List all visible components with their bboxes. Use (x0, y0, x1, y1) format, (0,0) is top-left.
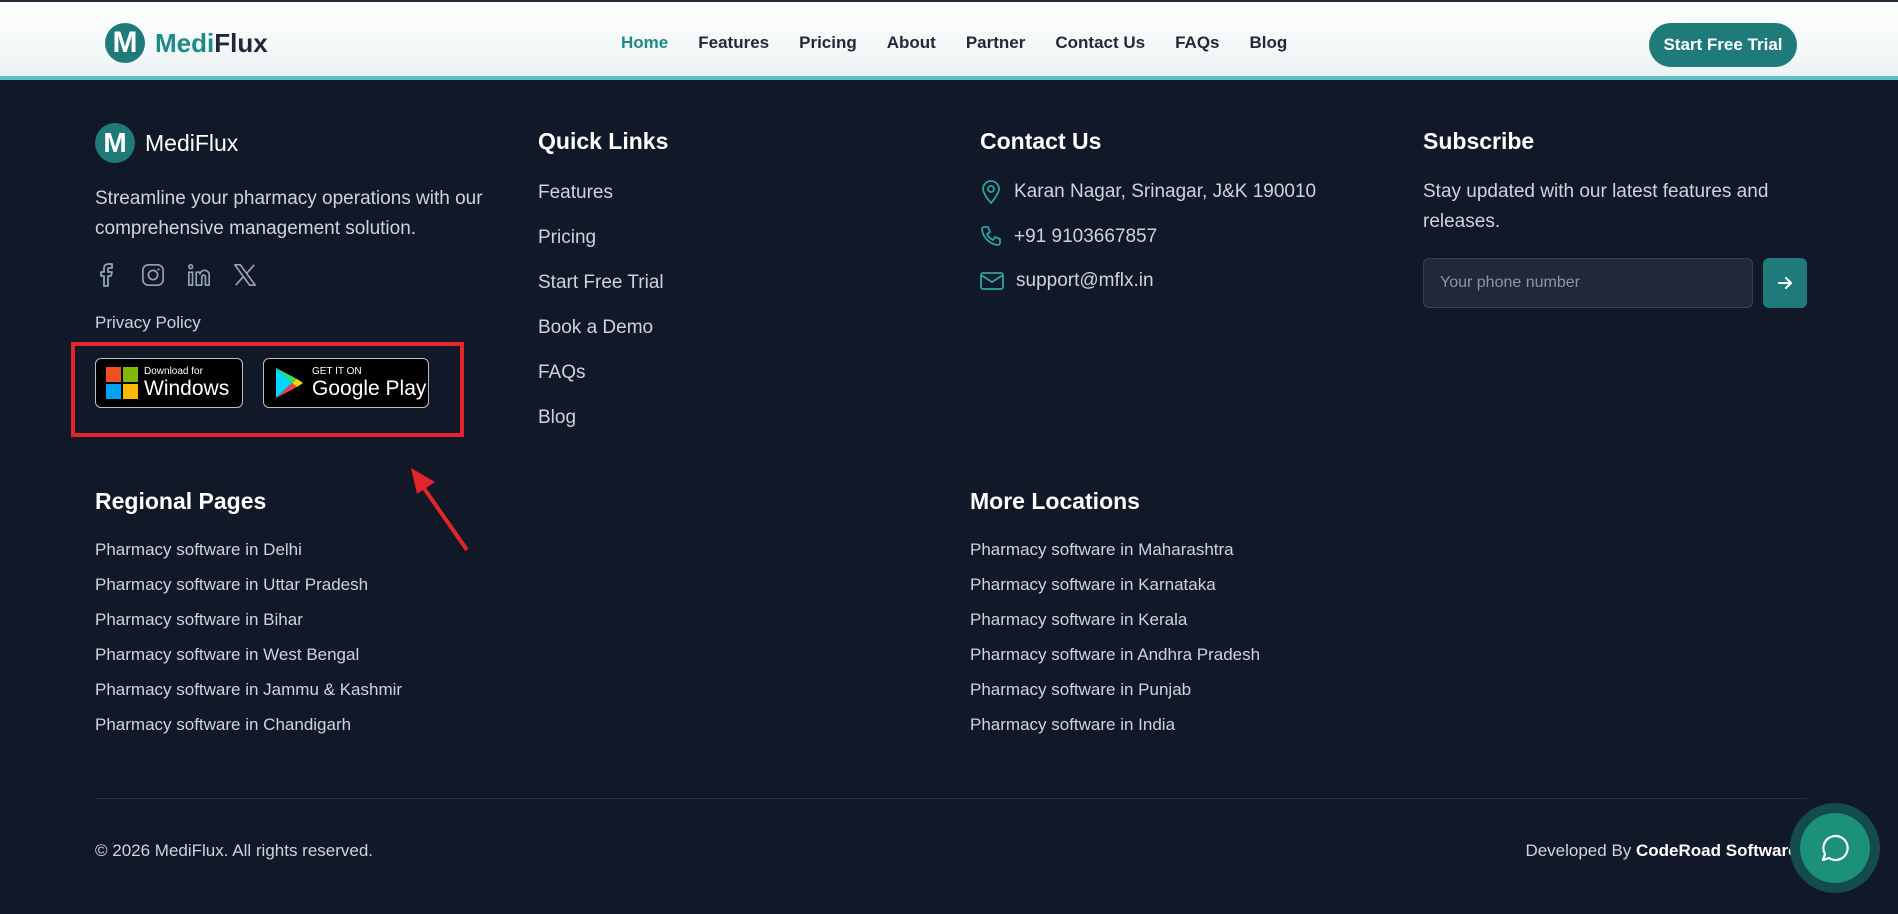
windows-logo-icon (106, 367, 138, 399)
logo-text-prefix: Medi (155, 27, 215, 58)
regional-pages-title: Regional Pages (95, 488, 267, 514)
location-link-karnataka[interactable]: Pharmacy software in Karnataka (970, 575, 1216, 595)
privacy-policy-link[interactable]: Privacy Policy (95, 313, 201, 333)
regional-link-jammu-kashmir[interactable]: Pharmacy software in Jammu & Kashmir (95, 680, 402, 700)
regional-link-west-bengal[interactable]: Pharmacy software in West Bengal (95, 645, 359, 665)
footer-logo-mark-icon: M (95, 123, 135, 163)
x-icon[interactable] (233, 261, 257, 289)
facebook-icon[interactable] (95, 261, 119, 289)
nav-blog[interactable]: Blog (1250, 33, 1288, 53)
logo-text: MediFlux (155, 28, 268, 59)
quick-link-book-demo[interactable]: Book a Demo (538, 317, 653, 339)
subscribe-description: Stay updated with our latest features an… (1423, 181, 1769, 232)
location-link-kerala[interactable]: Pharmacy software in Kerala (970, 610, 1187, 630)
quick-link-features[interactable]: Features (538, 182, 613, 204)
contact-email[interactable]: support@mflx.in (980, 270, 1154, 292)
phone-icon (981, 226, 1001, 246)
google-play-small-text: GET IT ON (312, 366, 362, 377)
google-play-button[interactable]: GET IT ON Google Play (263, 358, 429, 408)
main-nav: Home Features Pricing About Partner Cont… (621, 33, 1287, 53)
subscribe-submit-button[interactable] (1763, 258, 1807, 308)
developed-by: Developed By CodeRoad Softwares (1525, 841, 1807, 861)
nav-home[interactable]: Home (621, 33, 668, 53)
contact-address: Karan Nagar, Srinagar, J&K 190010 (980, 180, 1316, 204)
location-link-maharashtra[interactable]: Pharmacy software in Maharashtra (970, 540, 1234, 560)
header-logo[interactable]: M MediFlux (105, 23, 268, 63)
arrow-right-icon (1778, 277, 1792, 289)
contact-address-text: Karan Nagar, Srinagar, J&K 190010 (1014, 181, 1317, 202)
regional-link-delhi[interactable]: Pharmacy software in Delhi (95, 540, 302, 560)
contact-email-text: support@mflx.in (1016, 270, 1154, 291)
location-pin-icon (982, 180, 1000, 204)
annotation-arrow-icon (411, 468, 469, 552)
nav-pricing[interactable]: Pricing (799, 33, 857, 53)
google-play-icon (276, 368, 303, 398)
regional-link-bihar[interactable]: Pharmacy software in Bihar (95, 610, 303, 630)
subscribe-title: Subscribe (1423, 128, 1535, 154)
location-link-punjab[interactable]: Pharmacy software in Punjab (970, 680, 1191, 700)
logo-text-suffix: Flux (214, 27, 268, 58)
more-locations-title: More Locations (970, 488, 1140, 514)
location-link-india[interactable]: Pharmacy software in India (970, 715, 1175, 735)
footer-logo[interactable]: M MediFlux (95, 123, 238, 163)
quick-link-faqs[interactable]: FAQs (538, 362, 586, 384)
linkedin-icon[interactable] (187, 261, 211, 289)
quick-link-blog[interactable]: Blog (538, 407, 576, 429)
windows-small-text: Download for (144, 366, 203, 377)
location-link-andhra-pradesh[interactable]: Pharmacy software in Andhra Pradesh (970, 645, 1260, 665)
download-windows-button[interactable]: Download for Windows (95, 358, 243, 408)
nav-about[interactable]: About (887, 33, 936, 53)
nav-partner[interactable]: Partner (966, 33, 1026, 53)
mail-icon (980, 272, 1004, 290)
quick-link-start-free-trial[interactable]: Start Free Trial (538, 272, 664, 294)
regional-link-chandigarh[interactable]: Pharmacy software in Chandigarh (95, 715, 351, 735)
chat-button[interactable] (1800, 813, 1870, 883)
site-header: M MediFlux Home Features Pricing About P… (0, 0, 1898, 80)
developer-link[interactable]: CodeRoad Softwares (1636, 841, 1807, 860)
quick-link-pricing[interactable]: Pricing (538, 227, 596, 249)
footer-tagline: Streamline your pharmacy operations with… (95, 188, 483, 239)
developed-by-label: Developed By (1525, 841, 1632, 860)
nav-features[interactable]: Features (698, 33, 769, 53)
copyright-text: © 2026 MediFlux. All rights reserved. (95, 841, 374, 860)
footer-divider (95, 798, 1807, 799)
contact-us-title: Contact Us (980, 128, 1102, 154)
chat-bubble-icon (1821, 834, 1849, 862)
instagram-icon[interactable] (141, 261, 165, 289)
contact-phone-text: +91 9103667857 (1014, 226, 1158, 247)
logo-mark-icon: M (105, 23, 145, 63)
regional-link-uttar-pradesh[interactable]: Pharmacy software in Uttar Pradesh (95, 575, 368, 595)
contact-phone[interactable]: +91 9103667857 (980, 225, 1157, 249)
start-free-trial-button[interactable]: Start Free Trial (1649, 23, 1797, 67)
google-play-big-text: Google Play (312, 377, 427, 400)
nav-contact-us[interactable]: Contact Us (1055, 33, 1145, 53)
phone-number-input[interactable] (1423, 258, 1753, 308)
footer-brand-name: MediFlux (145, 129, 239, 156)
social-links (95, 261, 257, 289)
windows-big-text: Windows (144, 377, 230, 400)
quick-links-title: Quick Links (538, 128, 669, 154)
nav-faqs[interactable]: FAQs (1175, 33, 1219, 53)
